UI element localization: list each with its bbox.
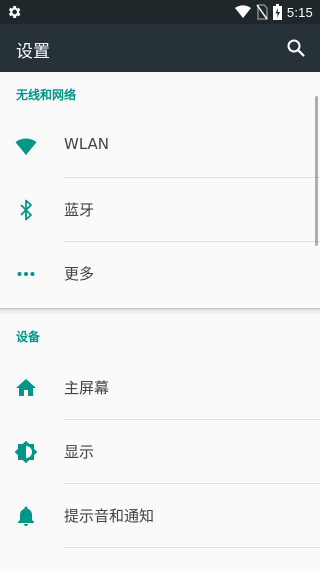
system-icons: 5:15 (234, 0, 313, 24)
wifi-icon (15, 138, 37, 155)
wifi-signal-icon (234, 5, 251, 18)
home-icon (16, 379, 36, 396)
section-device: 设备 主屏幕 显示 提示音和通知 (0, 314, 320, 569)
item-label: 蓝牙 (64, 201, 95, 219)
settings-item-wlan[interactable]: WLAN (0, 114, 320, 178)
status-bar: 5:15 (0, 0, 320, 24)
item-label: 提示音和通知 (64, 507, 155, 525)
battery-icon (272, 4, 282, 20)
settings-item-sound-notifications[interactable]: 提示音和通知 (0, 484, 320, 548)
category-title: 设备 (16, 330, 41, 344)
bell-icon (18, 506, 34, 526)
item-label: WLAN (64, 135, 110, 153)
settings-item-more[interactable]: 更多 (0, 242, 320, 306)
settings-gear-icon (8, 6, 21, 18)
page-title: 设置 (16, 42, 50, 62)
search-icon[interactable] (284, 36, 308, 60)
app-toolbar: 设置 (0, 24, 320, 72)
settings-item-home[interactable]: 主屏幕 (0, 356, 320, 420)
divider (64, 547, 320, 548)
clock: 5:15 (286, 4, 313, 20)
settings-item-display[interactable]: 显示 (0, 420, 320, 484)
settings-item-bluetooth[interactable]: 蓝牙 (0, 178, 320, 242)
scrollbar[interactable] (315, 96, 318, 246)
category-title: 无线和网络 (16, 88, 77, 102)
item-label: 显示 (64, 443, 95, 461)
brightness-icon (14, 440, 38, 464)
item-label: 更多 (64, 265, 95, 283)
bluetooth-icon (20, 199, 32, 221)
more-icon (17, 272, 35, 276)
section-wireless-networks: 无线和网络 WLAN 蓝牙 更多 (0, 72, 320, 308)
item-label: 主屏幕 (64, 379, 110, 397)
no-sim-icon (256, 4, 268, 20)
